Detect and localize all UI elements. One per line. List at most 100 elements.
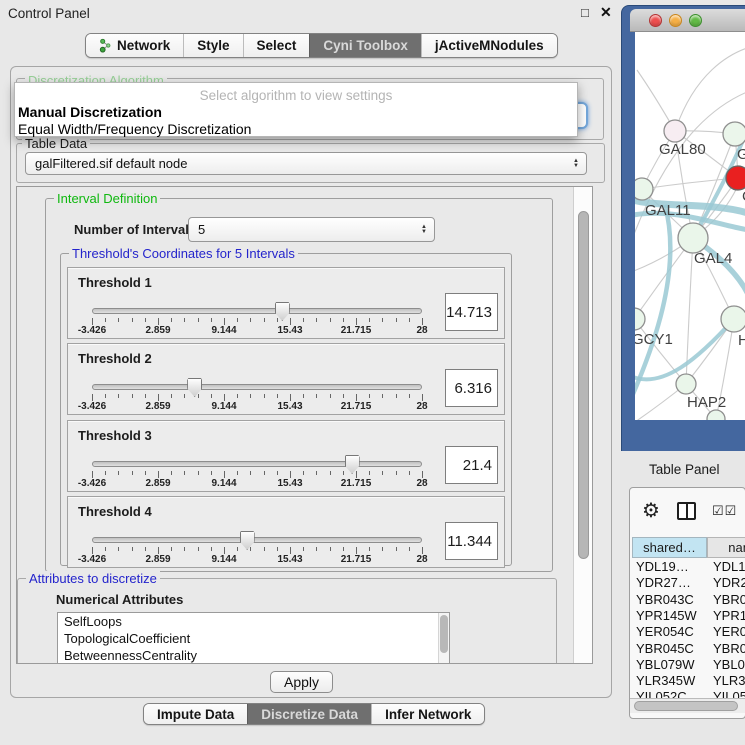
table-row[interactable]: YLR345W YLR345W [630, 673, 745, 689]
slider-track[interactable] [92, 461, 422, 467]
close-traffic-light-button[interactable] [649, 14, 662, 27]
network-edge[interactable] [675, 48, 745, 131]
number-of-intervals-combobox[interactable]: 5 ▲▼ [188, 217, 435, 242]
interval-definition-group: Interval Definition Number of Intervals … [45, 198, 553, 572]
node-GAL4[interactable] [678, 223, 708, 253]
tab-discretize-data[interactable]: Discretize Data [247, 704, 371, 724]
table-cell[interactable]: YBR045C [713, 641, 745, 656]
threshold-label: Threshold 3 [78, 428, 152, 443]
slider-track[interactable] [92, 537, 422, 543]
spinner-arrows-icon: ▲▼ [573, 159, 579, 169]
spinner-arrows-icon: ▲▼ [421, 225, 427, 235]
tab-label: Discretize Data [261, 707, 358, 722]
settings-scrollpane: Interval Definition Number of Intervals … [16, 186, 593, 664]
threshold-value-field[interactable]: 21.4 [445, 446, 498, 484]
tab-label: Network [117, 38, 170, 53]
slider-track[interactable] [92, 308, 422, 314]
slider-axis-labels: -3.4262.8599.14415.4321.71528 [92, 478, 422, 489]
node-G-partial[interactable] [723, 122, 745, 146]
network-window-titlebar[interactable] [630, 9, 745, 32]
numerical-attributes-list[interactable]: SelfLoopsTopologicalCoefficientBetweenne… [57, 612, 450, 664]
vertical-scrollbar-thumb[interactable] [578, 211, 589, 559]
table-row[interactable]: YER054C YER054C [630, 624, 745, 640]
node-H-partial[interactable] [721, 306, 745, 332]
slider-track[interactable] [92, 384, 422, 390]
threshold-value-field[interactable]: 11.344 [445, 522, 498, 560]
table-row[interactable]: YDR27… YDR27 [630, 575, 745, 591]
float-window-icon[interactable]: □ [581, 5, 589, 20]
zoom-traffic-light-button[interactable] [689, 14, 702, 27]
tab-select[interactable]: Select [243, 34, 310, 57]
table-cell[interactable]: YDL19… [636, 559, 706, 574]
close-window-icon[interactable]: ✕ [600, 4, 612, 21]
table-cell[interactable]: YBL079W [636, 657, 706, 672]
gear-icon[interactable]: ⚙ [642, 498, 660, 523]
table-row[interactable]: YDL19… YDL19 [630, 559, 745, 575]
column-header-shared-name[interactable]: shared… [632, 537, 707, 558]
group-title: Attributes to discretize [26, 571, 160, 586]
group-title: Interval Definition [54, 191, 160, 206]
node-red-node[interactable] [726, 166, 745, 190]
table-data-combobox[interactable]: galFiltered.sif default node ▲▼ [25, 152, 587, 175]
table-cell[interactable]: YPR145W [713, 608, 745, 623]
table-cell[interactable]: YBR043C [713, 592, 745, 607]
table-cell[interactable]: YDR27… [636, 575, 706, 590]
tab-network[interactable]: Network [86, 34, 183, 57]
table-cell[interactable]: YDL19 [713, 559, 745, 574]
table-row[interactable]: YBL079W YBL079W [630, 657, 745, 673]
table-cell[interactable]: YER054C [636, 624, 706, 639]
algorithm-dropdown-popup: Select algorithm to view settings Manual… [14, 82, 578, 137]
table-cell[interactable]: YPR145W [636, 608, 706, 623]
table-cell[interactable]: YBL079W [713, 657, 745, 672]
node-GAL80[interactable] [664, 120, 686, 142]
checkbox-icons[interactable]: ☑☑ [712, 503, 737, 519]
threshold-value-field[interactable]: 14.713 [445, 293, 498, 331]
table-data-selected-value: galFiltered.sif default node [35, 156, 187, 171]
node-label: GAL4 [694, 250, 732, 267]
list-scrollbar[interactable] [438, 613, 449, 664]
tab-infer-network[interactable]: Infer Network [371, 704, 484, 724]
table-cell[interactable]: YER054C [713, 624, 745, 639]
number-of-intervals-label: Number of Intervals [74, 222, 196, 237]
network-edge[interactable] [635, 92, 745, 242]
threshold-value-field[interactable]: 6.316 [445, 369, 498, 407]
tab-label: Select [257, 38, 297, 53]
list-scrollbar-thumb[interactable] [440, 615, 448, 653]
attribute-list-item[interactable]: TopologicalCoefficient [58, 630, 449, 647]
table-cell[interactable]: YBR043C [636, 592, 706, 607]
table-row[interactable]: YBR043C YBR043C [630, 592, 745, 608]
network-thick-edge[interactable] [635, 205, 670, 394]
minimize-traffic-light-button[interactable] [669, 14, 682, 27]
dropdown-option[interactable]: Equal Width/Frequency Discretization [18, 121, 251, 137]
node-HAP2[interactable] [676, 374, 696, 394]
node-GCY1[interactable] [635, 308, 645, 330]
dropdown-option[interactable]: Manual Discretization [18, 104, 162, 120]
table-cell[interactable]: YLR345W [713, 673, 745, 688]
tab-style[interactable]: Style [183, 34, 242, 57]
cyni-mode-tabs: Impute Data Discretize Data Infer Network [143, 703, 485, 725]
column-header-name[interactable]: name [707, 537, 745, 558]
table-row[interactable]: YBR045C YBR045C [630, 641, 745, 657]
attribute-list-item[interactable]: BetweennessCentrality [58, 647, 449, 664]
column-view-icon[interactable] [677, 502, 696, 520]
slider-axis-labels: -3.4262.8599.14415.4321.71528 [92, 325, 422, 336]
table-cell[interactable]: YLR345W [636, 673, 706, 688]
network-canvas[interactable]: GAL80GCGAL11GAL4GCY1HHAP2 [635, 32, 745, 420]
table-cell[interactable]: YDR27 [713, 575, 745, 590]
table-row[interactable]: YPR145W YPR145W [630, 608, 745, 624]
threshold-label: Threshold 4 [78, 504, 152, 519]
horizontal-scrollbar[interactable] [630, 698, 745, 713]
node-GAL11[interactable] [635, 178, 653, 200]
vertical-scrollbar[interactable] [573, 187, 592, 663]
control-panel-tabs: Network Style Select Cyni ToolboxjActiveMNo… [85, 33, 558, 58]
table-data-group: Table Data galFiltered.sif default node … [16, 143, 605, 183]
tab-cyni-toolbox[interactable]: Cyni Toolbox [309, 34, 421, 57]
table-cell[interactable]: YBR045C [636, 641, 706, 656]
horizontal-scrollbar-thumb[interactable] [634, 701, 738, 711]
attribute-list-item[interactable]: SelfLoops [58, 613, 449, 630]
group-title: Threshold's Coordinates for 5 Intervals [69, 246, 298, 261]
tab-impute-data[interactable]: Impute Data [144, 704, 247, 724]
tab-label: Impute Data [157, 707, 234, 722]
tab-jactivemnodules[interactable]: jActiveMNodules [421, 34, 557, 57]
apply-button[interactable]: Apply [270, 671, 333, 693]
